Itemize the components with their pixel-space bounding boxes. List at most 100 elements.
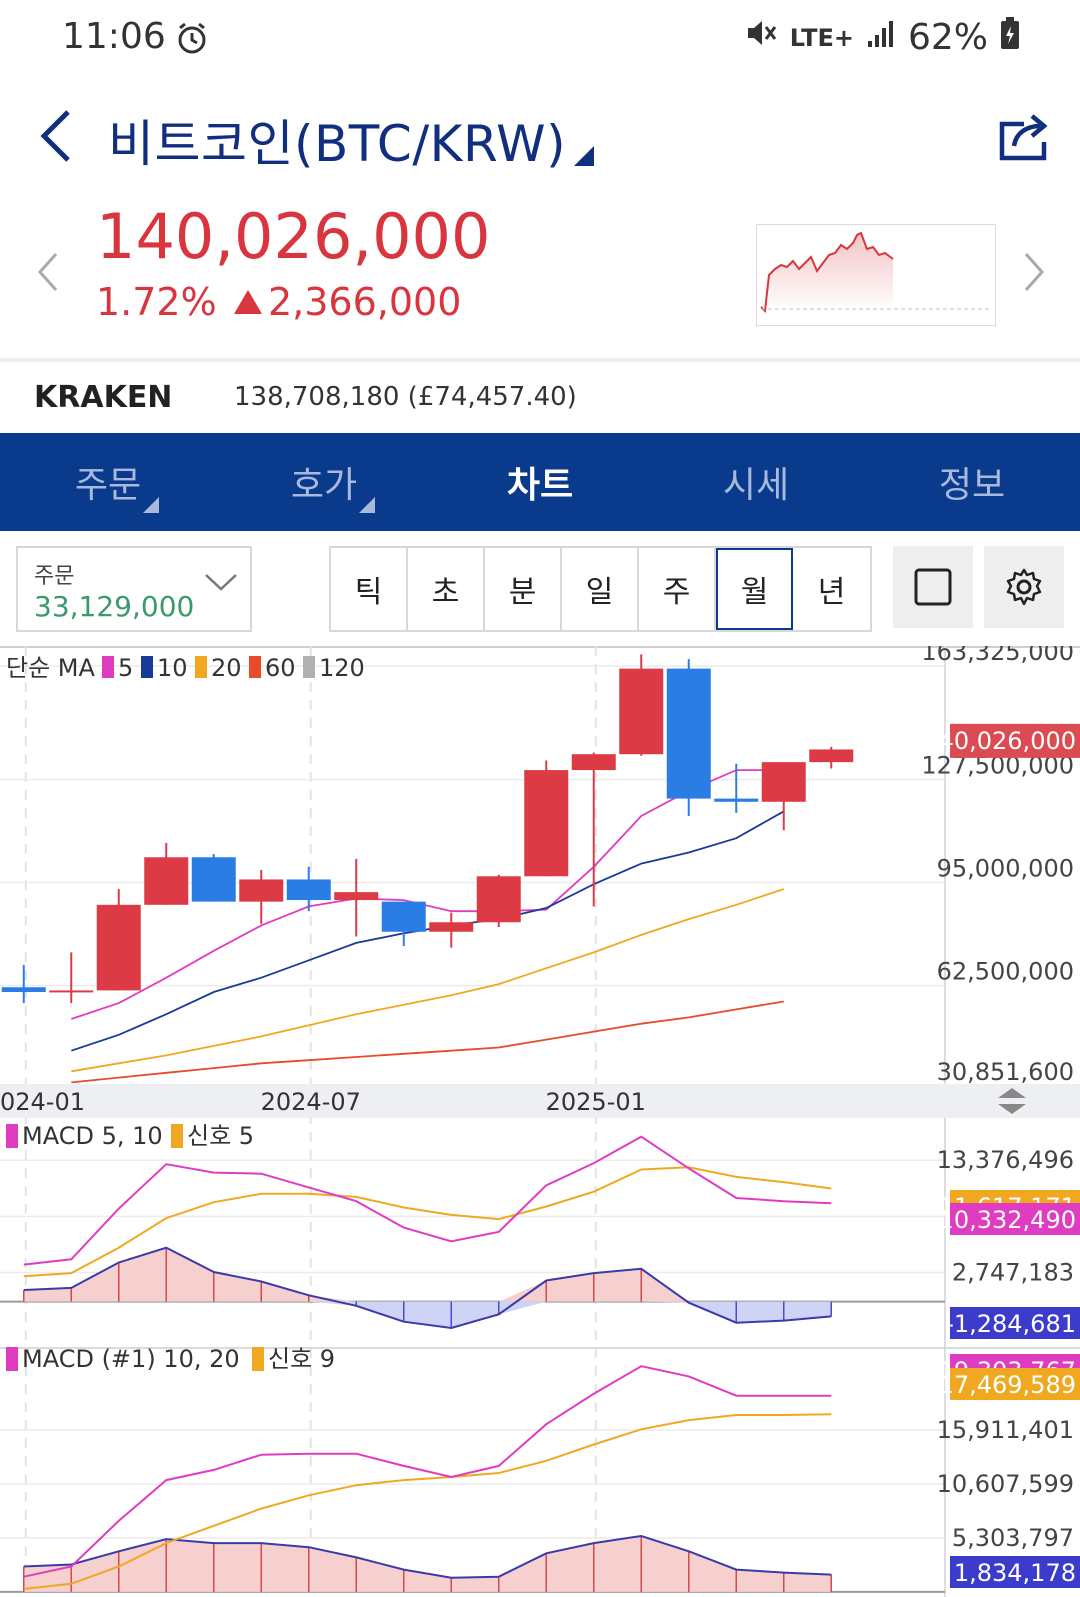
settings-button[interactable] bbox=[984, 546, 1064, 628]
tab-info[interactable]: 정보 bbox=[864, 433, 1080, 531]
sparkline-chart[interactable] bbox=[756, 224, 996, 326]
next-coin-icon[interactable] bbox=[1022, 252, 1046, 296]
change-amount-value: 2,366,000 bbox=[268, 280, 462, 324]
ma-legend-swatch-60 bbox=[249, 656, 261, 678]
x-tick-label: 024-01 bbox=[0, 1088, 85, 1116]
mute-icon bbox=[744, 16, 778, 59]
value-pill-label: 17,469,589 bbox=[939, 1371, 1076, 1399]
macd-legend-swatch bbox=[6, 1124, 18, 1148]
page-title[interactable]: 비트코인(BTC/KRW) bbox=[108, 104, 566, 176]
order-label: 주문 bbox=[34, 564, 75, 589]
gear-icon bbox=[1006, 568, 1042, 606]
y-tick-label: 163,325,000 bbox=[921, 646, 1074, 666]
ma-line-20 bbox=[71, 888, 785, 1073]
chevron-down-icon bbox=[204, 572, 238, 596]
up-triangle-icon bbox=[234, 290, 262, 314]
ma-legend-label-20: 20 bbox=[211, 654, 242, 682]
current-price-label: 140,026,000 bbox=[923, 727, 1076, 755]
fullscreen-button[interactable] bbox=[893, 546, 973, 628]
divider bbox=[0, 358, 1080, 362]
candle bbox=[666, 668, 711, 799]
y-tick-label: 13,376,496 bbox=[937, 1146, 1074, 1174]
change-amount: 2,366,000 bbox=[232, 280, 461, 324]
candle bbox=[381, 901, 426, 932]
candle bbox=[571, 754, 616, 771]
tab-info-label: 정보 bbox=[938, 465, 1006, 506]
tab-orderbook-dropdown-icon bbox=[359, 497, 375, 513]
candle bbox=[239, 879, 284, 902]
candle bbox=[286, 879, 331, 901]
tab-chart-label: 차트 bbox=[506, 465, 574, 506]
macd-legend-swatch bbox=[171, 1124, 183, 1148]
macd-legend-swatch bbox=[252, 1347, 264, 1371]
candle bbox=[714, 798, 759, 802]
period-second-button[interactable]: 초 bbox=[408, 548, 485, 630]
prev-coin-icon[interactable] bbox=[36, 252, 60, 296]
battery-percent: 62% bbox=[907, 17, 988, 58]
value-pill-label: -1,284,681 bbox=[945, 1310, 1076, 1338]
alarm-icon bbox=[174, 20, 210, 60]
y-tick-label: 30,851,600 bbox=[937, 1058, 1074, 1086]
exchange-name: KRAKEN bbox=[34, 380, 173, 415]
ma-legend-swatch-5 bbox=[102, 656, 114, 678]
share-icon[interactable] bbox=[996, 108, 1052, 168]
macd-legend-label: 신호 9 bbox=[268, 1345, 335, 1373]
period-month-button[interactable]: 월 bbox=[716, 548, 793, 630]
signal-icon bbox=[866, 17, 896, 58]
change-percent: 1.72% bbox=[96, 280, 217, 324]
value-pill-label: 1,834,178 bbox=[954, 1559, 1076, 1587]
y-tick-label: 10,607,599 bbox=[937, 1470, 1074, 1498]
period-minute-button[interactable]: 분 bbox=[485, 548, 562, 630]
ma-legend-label-60: 60 bbox=[265, 654, 296, 682]
current-price: 140,026,000 bbox=[96, 200, 491, 273]
histogram-positive-area bbox=[23, 1247, 832, 1302]
tab-chart[interactable]: 차트 bbox=[432, 433, 648, 531]
candle bbox=[524, 770, 569, 877]
network-type: LTE+ bbox=[789, 23, 854, 52]
tab-order-label: 주문 bbox=[74, 465, 142, 506]
candle bbox=[619, 668, 664, 755]
macd-line bbox=[23, 1135, 832, 1266]
candle bbox=[334, 892, 379, 901]
ma-line-10 bbox=[71, 810, 785, 1052]
y-tick-label: 95,000,000 bbox=[937, 855, 1074, 883]
order-price-select[interactable]: 주문 33,129,000 bbox=[16, 546, 252, 632]
y-tick-label: 2,747,183 bbox=[952, 1259, 1074, 1287]
status-bar: 11:06 LTE+ 62% bbox=[0, 0, 1080, 78]
x-axis-strip bbox=[0, 1084, 1080, 1118]
square-icon bbox=[914, 568, 952, 606]
back-icon[interactable] bbox=[36, 108, 76, 168]
tab-orderbook[interactable]: 호가 bbox=[216, 433, 432, 531]
ma-legend-label-10: 10 bbox=[157, 654, 188, 682]
candle bbox=[191, 857, 236, 902]
tab-bar: 주문 호가 차트 시세 정보 bbox=[0, 433, 1080, 531]
macd-legend-swatch bbox=[6, 1347, 18, 1371]
period-year-button[interactable]: 년 bbox=[793, 548, 870, 630]
period-tick-button[interactable]: 틱 bbox=[331, 548, 408, 630]
ma-legend-label-5: 5 bbox=[118, 654, 133, 682]
candle bbox=[809, 749, 854, 763]
candle bbox=[429, 922, 474, 932]
candle bbox=[144, 857, 189, 905]
candle bbox=[1, 987, 46, 993]
title-dropdown-icon[interactable] bbox=[574, 146, 594, 166]
y-tick-label: 62,500,000 bbox=[937, 958, 1074, 986]
tab-quotes[interactable]: 시세 bbox=[648, 433, 864, 531]
candle bbox=[49, 990, 94, 993]
y-tick-label: 15,911,401 bbox=[937, 1416, 1074, 1444]
price-chart[interactable]: 163,325,000127,500,00095,000,00062,500,0… bbox=[0, 646, 1080, 1597]
macd-legend-label: 신호 5 bbox=[187, 1122, 254, 1150]
tab-order[interactable]: 주문 bbox=[0, 433, 216, 531]
tab-order-dropdown-icon bbox=[143, 497, 159, 513]
period-selector: 틱 초 분 일 주 월 년 bbox=[329, 546, 872, 632]
battery-icon bbox=[1000, 16, 1020, 59]
period-week-button[interactable]: 주 bbox=[639, 548, 716, 630]
candle bbox=[476, 876, 521, 923]
order-value: 33,129,000 bbox=[34, 590, 195, 623]
x-tick-label: 2025-01 bbox=[546, 1088, 646, 1116]
tab-orderbook-label: 호가 bbox=[290, 465, 358, 506]
candle bbox=[761, 762, 806, 802]
status-time: 11:06 bbox=[62, 16, 166, 57]
period-day-button[interactable]: 일 bbox=[562, 548, 639, 630]
exchange-price: 138,708,180 (£74,457.40) bbox=[234, 382, 577, 412]
